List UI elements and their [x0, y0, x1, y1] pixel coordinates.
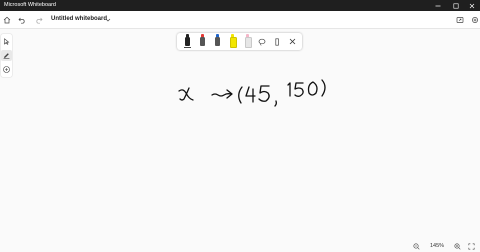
handwritten-ink	[178, 79, 326, 107]
home-button[interactable]	[0, 13, 13, 26]
blue-pen-button[interactable]	[213, 33, 222, 50]
ink-4	[245, 86, 256, 103]
black-pen-button[interactable]	[183, 33, 192, 50]
undo-icon	[18, 17, 25, 24]
ink-open-paren	[238, 86, 243, 104]
add-circle-icon	[3, 66, 10, 73]
ink-toolbar	[177, 33, 302, 50]
close-window-button[interactable]	[464, 0, 480, 11]
ink-close-paren	[321, 79, 326, 97]
cursor-arrow-icon	[4, 38, 10, 45]
fit-to-screen-button[interactable]	[466, 241, 476, 252]
ink-5b	[294, 82, 304, 97]
inking-tool-button[interactable]	[1, 50, 12, 61]
ink-5	[258, 85, 270, 102]
chevron-down-icon	[105, 18, 110, 21]
title-dropdown-button[interactable]	[101, 13, 114, 26]
yellow-highlighter-icon	[230, 37, 237, 48]
zoom-level: 145%	[430, 243, 445, 249]
lasso-icon	[258, 38, 266, 45]
redo-button[interactable]	[32, 13, 45, 26]
eraser-icon	[245, 37, 252, 48]
blue-pen-icon	[215, 37, 220, 46]
zoom-controls: 145%	[408, 241, 480, 252]
zoom-out-button[interactable]	[411, 241, 421, 252]
close-icon	[469, 3, 475, 8]
app-toolbar: Untitled whiteboard	[0, 11, 480, 29]
black-pen-icon	[185, 37, 190, 46]
gear-icon	[471, 16, 478, 23]
left-tool-rail	[1, 34, 12, 77]
ink-1	[287, 82, 291, 97]
red-pen-button[interactable]	[198, 33, 207, 50]
zoom-in-icon	[453, 243, 461, 250]
title-bar: Microsoft Whiteboard	[0, 0, 480, 11]
close-icon	[289, 38, 295, 45]
share-button[interactable]	[453, 13, 466, 26]
ink-x	[178, 87, 194, 101]
undo-button[interactable]	[15, 13, 28, 26]
maximize-icon	[453, 3, 459, 9]
ruler-icon	[275, 37, 279, 46]
minimize-button[interactable]	[430, 0, 446, 11]
app-name: Microsoft Whiteboard	[4, 2, 56, 8]
add-button[interactable]	[1, 64, 12, 75]
maximize-button[interactable]	[448, 0, 464, 11]
ink-0	[307, 81, 318, 96]
share-icon	[456, 16, 463, 23]
zoom-out-icon	[412, 243, 420, 250]
red-pen-icon	[200, 37, 205, 46]
yellow-highlighter-button[interactable]	[228, 33, 237, 50]
ruler-button[interactable]	[272, 33, 282, 50]
ink-comma	[274, 100, 277, 107]
home-icon	[3, 16, 10, 23]
select-tool-button[interactable]	[1, 36, 12, 47]
zoom-in-button[interactable]	[452, 241, 462, 252]
eraser-button[interactable]	[243, 33, 252, 50]
close-toolbar-button[interactable]	[287, 33, 297, 50]
pen-icon	[3, 53, 10, 59]
redo-icon	[35, 17, 42, 24]
selected-indicator	[184, 47, 191, 48]
document-title[interactable]: Untitled whiteboard	[51, 11, 107, 28]
fit-screen-icon	[468, 243, 474, 250]
ink-arrow	[211, 89, 233, 99]
lasso-select-button[interactable]	[257, 33, 267, 50]
settings-button[interactable]	[468, 13, 480, 26]
minimize-icon	[435, 5, 441, 6]
